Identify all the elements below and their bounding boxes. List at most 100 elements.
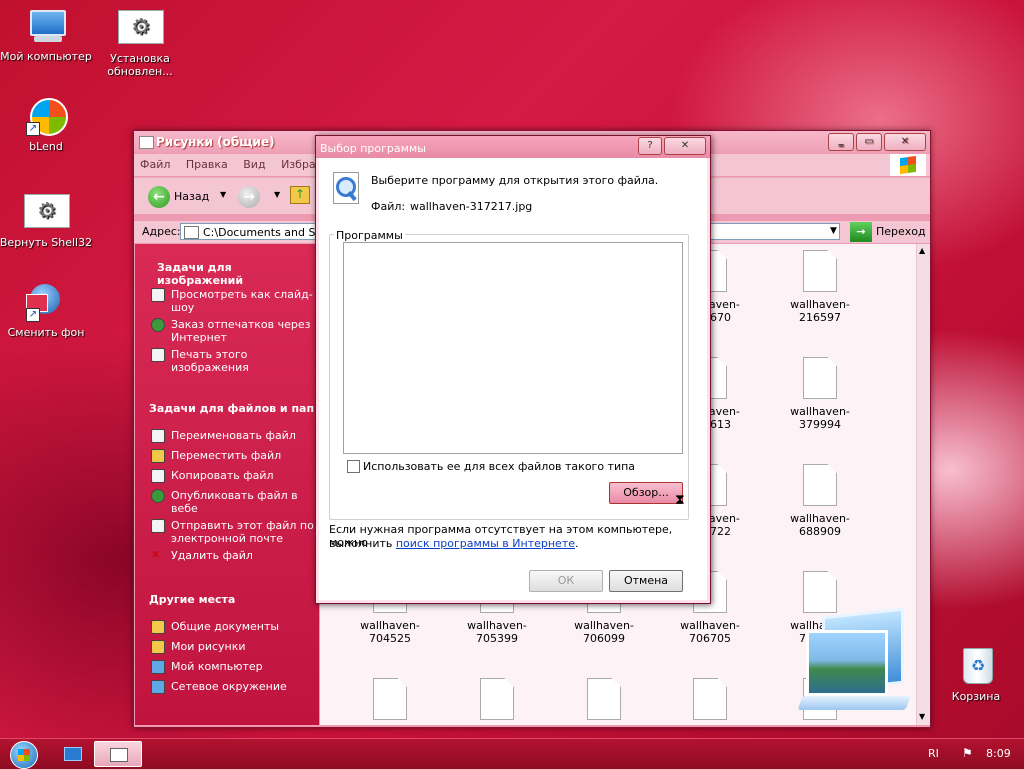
address-label: Адрес: xyxy=(142,225,181,238)
dialog-close-button[interactable]: ✕ xyxy=(664,137,706,155)
ok-button[interactable]: ОК xyxy=(529,570,603,592)
task-rename[interactable]: Переименовать файл xyxy=(149,429,319,443)
cancel-button[interactable]: Отмена xyxy=(609,570,683,592)
flag-icon[interactable]: ⚑ xyxy=(962,746,974,760)
file-tasks-title: Задачи для файлов и пап xyxy=(149,402,315,415)
folder-icon xyxy=(184,226,199,239)
clock[interactable]: 8:09 xyxy=(986,747,1011,760)
maximize-button[interactable]: ▭ xyxy=(856,133,882,151)
other-places-title: Другие места xyxy=(149,593,236,606)
task-pane: Задачи для изображений Просмотреть как с… xyxy=(135,244,319,725)
search-online-link[interactable]: поиск программы в Интернете xyxy=(396,537,575,550)
search-document-icon xyxy=(333,172,359,204)
menu-view[interactable]: Вид xyxy=(237,154,271,171)
file-label: Файл: xyxy=(371,200,406,213)
folder-icon xyxy=(151,640,165,654)
globe-icon xyxy=(151,489,165,503)
place-network[interactable]: Сетевое окружение xyxy=(149,680,319,694)
dialog-prompt: Выберите программу для открытия этого фа… xyxy=(371,174,659,187)
task-order-prints[interactable]: Заказ отпечатков через Интернет xyxy=(149,318,319,344)
file-item[interactable]: wallhaven-216597 xyxy=(770,250,870,324)
dialog-title-bar[interactable]: Выбор программы ? ✕ xyxy=(316,136,710,158)
desktop-icon-my-computer[interactable]: Мой компьютер xyxy=(0,6,94,63)
task-print-image[interactable]: Печать этого изображения xyxy=(149,348,319,374)
image-file-icon xyxy=(587,678,621,720)
desktop-icon-change-background[interactable]: ↗ Сменить фон xyxy=(0,282,94,339)
programs-list[interactable] xyxy=(343,242,683,454)
task-slideshow[interactable]: Просмотреть как слайд-шоу xyxy=(149,288,319,314)
browse-button[interactable]: Обзор... xyxy=(609,482,683,504)
help-button[interactable]: ? xyxy=(638,137,662,155)
email-icon xyxy=(151,519,165,533)
open-with-dialog: Выбор программы ? ✕ Выберите программу д… xyxy=(315,135,711,604)
file-item[interactable] xyxy=(447,678,547,726)
desktop-icon-label: Корзина xyxy=(951,690,1001,703)
desktop-icon-label: Мой компьютер xyxy=(0,50,92,63)
image-file-icon xyxy=(803,250,837,292)
taskbar-explorer-button[interactable] xyxy=(94,741,142,767)
go-button-label[interactable]: Переход xyxy=(876,225,926,238)
desktop-icon xyxy=(64,747,82,761)
folder-icon xyxy=(151,620,165,634)
chevron-down-icon[interactable]: ▼ xyxy=(220,190,226,199)
place-my-pictures[interactable]: Мои рисунки xyxy=(149,640,319,654)
image-file-icon xyxy=(373,678,407,720)
task-move[interactable]: Переместить файл xyxy=(149,449,319,463)
task-email[interactable]: Отправить этот файл по электронной почте xyxy=(149,519,319,545)
file-item[interactable]: wallhaven-379994 xyxy=(770,357,870,431)
scroll-down-icon[interactable]: ▼ xyxy=(919,712,925,721)
task-delete[interactable]: ✕ Удалить файл xyxy=(149,549,319,563)
place-my-computer[interactable]: Мой компьютер xyxy=(149,660,319,674)
folder-window-icon xyxy=(139,136,154,149)
go-arrow-icon[interactable]: → xyxy=(850,222,872,242)
forward-arrow-icon[interactable]: → xyxy=(238,186,260,208)
show-desktop-button[interactable] xyxy=(62,741,84,765)
menu-file[interactable]: Файл xyxy=(134,154,176,171)
file-item[interactable] xyxy=(340,678,440,726)
file-item[interactable] xyxy=(660,678,760,726)
desktop-icon-label: Вернуть Shell32 xyxy=(0,236,93,249)
place-shared-documents[interactable]: Общие документы xyxy=(149,620,319,634)
always-use-checkbox[interactable] xyxy=(347,460,360,473)
move-icon xyxy=(151,449,165,463)
back-button-label[interactable]: Назад xyxy=(174,190,209,203)
start-button[interactable] xyxy=(10,741,38,769)
dialog-body: Выберите программу для открытия этого фа… xyxy=(319,158,707,600)
folder-window-icon xyxy=(110,748,128,762)
close-button[interactable]: ✕ xyxy=(884,133,926,151)
copy-icon xyxy=(151,469,165,483)
globe-icon xyxy=(151,318,165,332)
image-file-icon xyxy=(693,678,727,720)
desktop-icon-blend[interactable]: ↗ bLend xyxy=(0,96,94,153)
back-arrow-icon[interactable]: ← xyxy=(148,186,170,208)
chevron-down-icon[interactable]: ▼ xyxy=(274,190,280,199)
chevron-down-icon[interactable]: ▼ xyxy=(830,226,837,236)
scroll-up-icon[interactable]: ▲ xyxy=(919,246,925,255)
file-item[interactable]: wallhaven-688909 xyxy=(770,464,870,538)
image-tasks-title: Задачи для изображений xyxy=(157,261,244,287)
gear-icon: ⚙ xyxy=(118,8,164,48)
my-computer-icon xyxy=(24,6,68,46)
explorer-title: Рисунки (общие) xyxy=(156,135,275,149)
windows-logo-icon xyxy=(18,749,30,761)
language-indicator[interactable]: RI xyxy=(928,747,939,760)
vertical-scrollbar[interactable]: ▲ ▼ xyxy=(916,244,930,725)
printer-icon xyxy=(151,348,165,362)
folder-up-icon[interactable]: ↑ xyxy=(290,186,310,204)
desktop-icon-restore-shell32[interactable]: ⚙ Вернуть Shell32 xyxy=(0,192,94,249)
always-use-label[interactable]: Использовать ее для всех файлов такого т… xyxy=(363,460,635,473)
computer-icon xyxy=(151,660,165,674)
desktop-icon-updates[interactable]: ⚙ Установка обновлен... xyxy=(92,8,188,78)
task-copy[interactable]: Копировать файл xyxy=(149,469,319,483)
desktop-icon-recycle-bin[interactable]: ♻ Корзина xyxy=(928,646,1024,703)
minimize-button[interactable]: ‗ xyxy=(828,133,854,151)
rename-icon xyxy=(151,429,165,443)
gear-icon: ⚙ xyxy=(24,192,70,232)
footer-text-2: выполнить xyxy=(329,537,393,550)
menu-edit[interactable]: Правка xyxy=(180,154,234,171)
file-item[interactable] xyxy=(554,678,654,726)
image-file-icon xyxy=(803,571,837,613)
network-icon xyxy=(151,680,165,694)
task-publish[interactable]: Опубликовать файл в вебе xyxy=(149,489,319,515)
programs-label: Программы xyxy=(334,229,405,242)
